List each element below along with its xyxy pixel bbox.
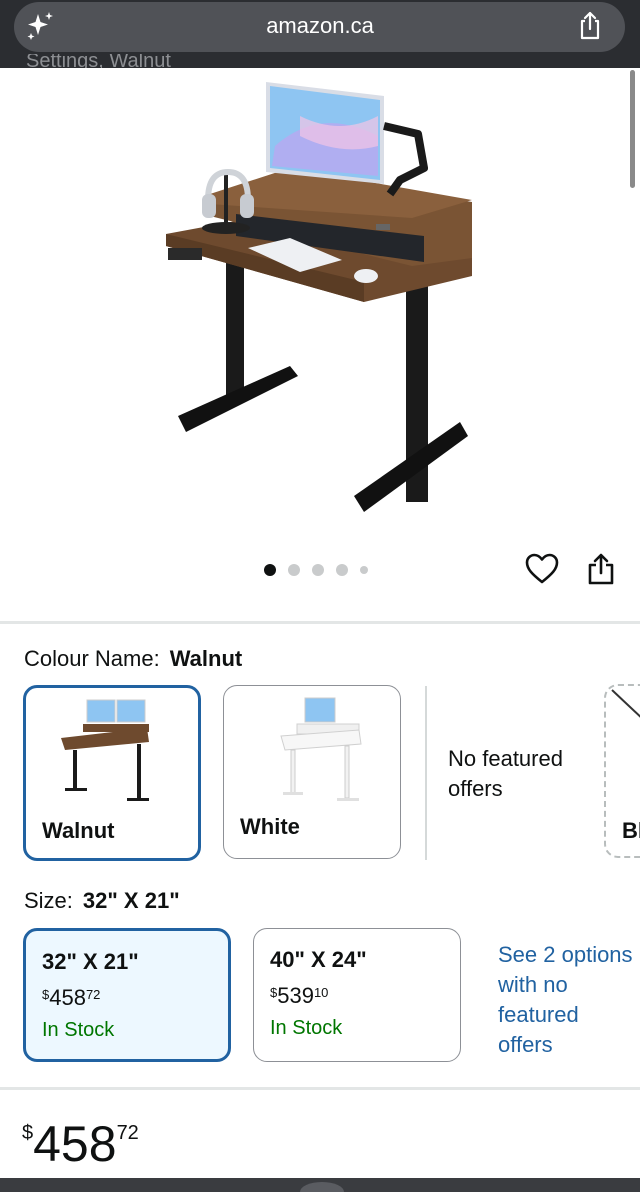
colour-option-walnut[interactable]: Walnut: [23, 685, 201, 861]
carousel-dot[interactable]: [360, 566, 368, 574]
product-price: $45872: [22, 1116, 139, 1172]
size-option-label: 32" X 21": [42, 949, 139, 974]
cut-off-title: Settings, Walnut: [26, 54, 171, 68]
colour-option-label: Bl: [622, 818, 640, 843]
no-featured-offers-text: No featured offers: [448, 746, 563, 801]
colour-label-row: Colour Name: Walnut: [24, 646, 242, 672]
colour-label: Colour Name:: [24, 646, 160, 671]
carousel-dot[interactable]: [336, 564, 348, 576]
size-option-stock: In Stock: [42, 1019, 115, 1041]
colour-option-unavailable[interactable]: Bl: [604, 684, 640, 858]
share-icon[interactable]: [586, 552, 616, 586]
unavailable-slash-icon: [611, 689, 640, 718]
carousel-dot[interactable]: [288, 564, 300, 576]
colour-option-label: Walnut: [42, 818, 115, 843]
product-image[interactable]: [150, 76, 490, 526]
scrollbar[interactable]: [630, 70, 635, 188]
white-thumbnail: [280, 697, 362, 801]
image-carousel-dots[interactable]: [264, 562, 368, 578]
walnut-thumbnail: [61, 699, 149, 801]
size-label-row: Size: 32" X 21": [24, 888, 180, 914]
size-label: Size:: [24, 888, 73, 913]
colour-selected-value: Walnut: [169, 646, 243, 671]
size-option-label: 40" X 24": [270, 947, 367, 972]
share-icon[interactable]: [574, 10, 606, 42]
carousel-dot[interactable]: [264, 564, 276, 576]
size-selected-value: 32" X 21": [82, 888, 180, 913]
size-option-stock: In Stock: [270, 1017, 343, 1039]
colour-option-white[interactable]: White: [223, 685, 401, 859]
size-option-price: $53910: [270, 983, 329, 1008]
size-option-40x24[interactable]: 40" X 24" $53910 In Stock: [253, 928, 461, 1062]
see-options-link[interactable]: See 2 options with no featured offers: [498, 940, 638, 1060]
size-option-price: $45872: [42, 985, 101, 1010]
colour-option-label: White: [240, 814, 300, 839]
option-separator: [425, 686, 427, 860]
size-option-32x21[interactable]: 32" X 21" $45872 In Stock: [23, 928, 231, 1062]
section-divider: [0, 1087, 640, 1090]
section-divider: [0, 621, 640, 624]
heart-icon[interactable]: [524, 552, 560, 586]
url-text[interactable]: amazon.ca: [0, 0, 640, 52]
carousel-dot[interactable]: [312, 564, 324, 576]
